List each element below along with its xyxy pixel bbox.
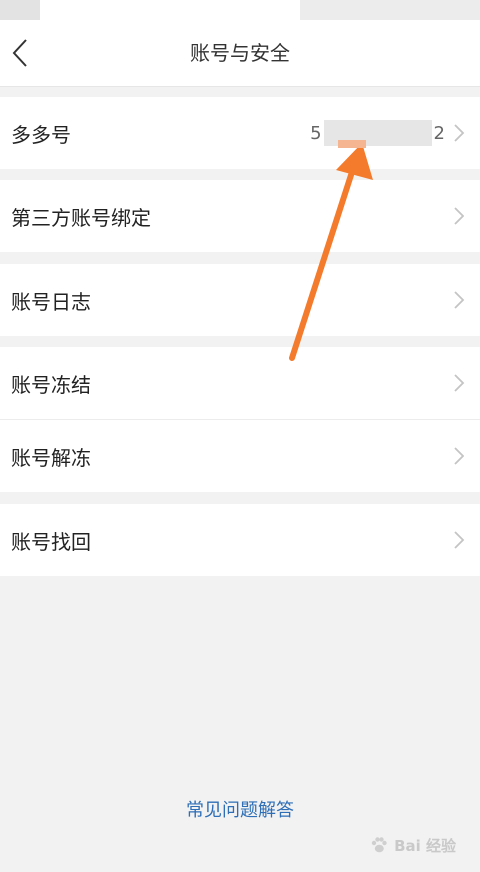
redaction-mask	[323, 120, 432, 146]
watermark-text: Bai 经验	[394, 837, 456, 855]
chevron-right-icon	[454, 447, 465, 465]
row-account-recover[interactable]: 账号找回	[0, 504, 480, 576]
chevron-right-icon	[454, 291, 465, 309]
status-bar	[0, 0, 480, 20]
row-duoduo-id[interactable]: 多多号 5 2	[0, 97, 480, 169]
chevron-right-icon	[454, 207, 465, 225]
duoduo-id-value: 5 2	[310, 97, 445, 169]
status-blur-right	[300, 0, 480, 20]
row-label: 第三方账号绑定	[11, 206, 151, 230]
status-blur-left	[0, 0, 40, 20]
faq-link[interactable]: 常见问题解答	[0, 796, 480, 826]
row-label: 账号冻结	[11, 373, 91, 397]
page-title: 账号与安全	[190, 41, 290, 65]
paw-icon	[371, 837, 387, 853]
row-account-unfreeze[interactable]: 账号解冻	[0, 420, 480, 492]
chevron-right-icon	[454, 124, 465, 142]
row-label: 账号日志	[11, 290, 91, 314]
nav-bar: 账号与安全	[0, 20, 480, 87]
row-label: 账号解冻	[11, 446, 91, 470]
row-label: 多多号	[11, 123, 71, 147]
watermark: Bai 经验	[369, 835, 456, 856]
duoduo-id-value-start: 5	[310, 122, 322, 144]
row-account-freeze[interactable]: 账号冻结	[0, 347, 480, 419]
chevron-right-icon	[454, 531, 465, 549]
row-label: 账号找回	[11, 530, 91, 554]
chevron-right-icon	[454, 374, 465, 392]
row-third-party-binding[interactable]: 第三方账号绑定	[0, 180, 480, 252]
duoduo-id-value-end: 2	[433, 122, 445, 144]
row-account-log[interactable]: 账号日志	[0, 264, 480, 336]
